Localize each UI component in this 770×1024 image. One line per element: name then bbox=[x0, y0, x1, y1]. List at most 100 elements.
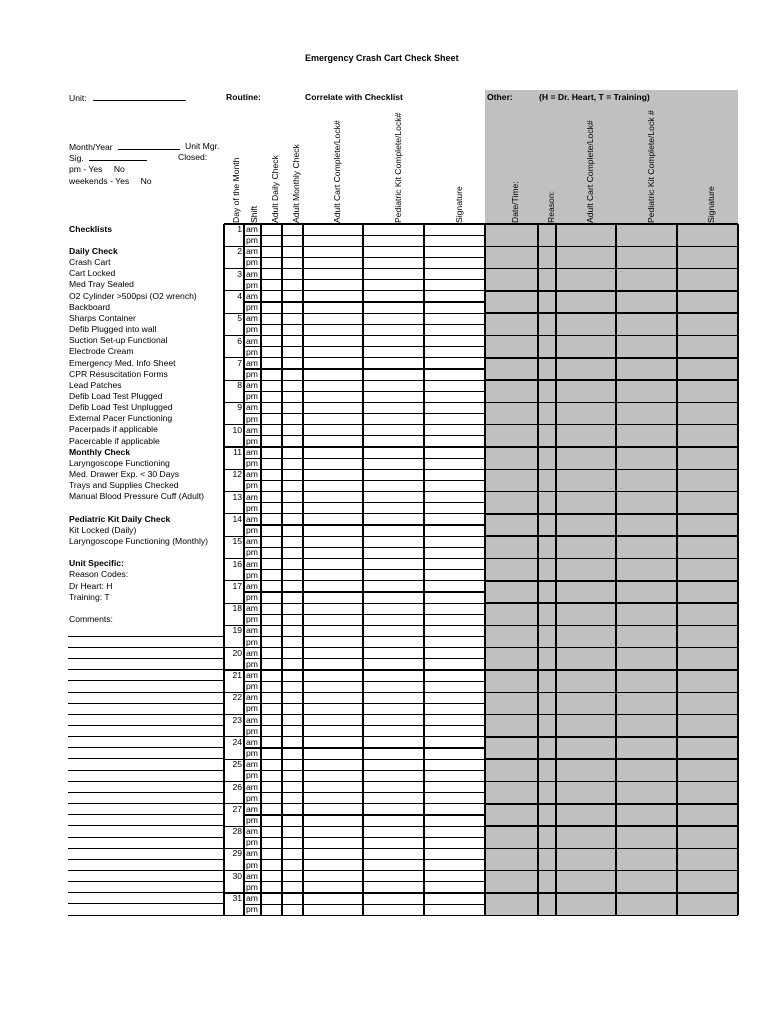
other-pediatric-kit-lock-cell[interactable] bbox=[616, 603, 677, 625]
signature-cell[interactable] bbox=[424, 659, 485, 670]
signature-cell[interactable] bbox=[424, 313, 485, 324]
pediatric-kit-lock-cell[interactable] bbox=[363, 336, 424, 347]
adult-daily-check-cell[interactable] bbox=[261, 703, 282, 714]
signature-cell[interactable] bbox=[424, 347, 485, 358]
other-signature-cell[interactable] bbox=[677, 559, 738, 581]
pediatric-kit-lock-cell[interactable] bbox=[363, 447, 424, 458]
comment-line[interactable] bbox=[68, 769, 224, 771]
adult-daily-check-cell[interactable] bbox=[261, 425, 282, 436]
adult-cart-lock-cell[interactable] bbox=[303, 904, 363, 915]
adult-daily-check-cell[interactable] bbox=[261, 893, 282, 904]
other-signature-cell[interactable] bbox=[677, 648, 738, 670]
signature-cell[interactable] bbox=[424, 570, 485, 581]
adult-daily-check-cell[interactable] bbox=[261, 336, 282, 347]
pediatric-kit-lock-cell[interactable] bbox=[363, 570, 424, 581]
pediatric-kit-lock-cell[interactable] bbox=[363, 893, 424, 904]
pediatric-kit-lock-cell[interactable] bbox=[363, 324, 424, 335]
comment-line[interactable] bbox=[68, 803, 224, 805]
other-signature-cell[interactable] bbox=[677, 782, 738, 804]
adult-daily-check-cell[interactable] bbox=[261, 860, 282, 871]
signature-cell[interactable] bbox=[424, 648, 485, 659]
adult-daily-check-cell[interactable] bbox=[261, 235, 282, 246]
adult-monthly-check-cell[interactable] bbox=[282, 815, 303, 826]
other-date-time-cell[interactable] bbox=[485, 291, 538, 313]
other-signature-cell[interactable] bbox=[677, 715, 738, 737]
pediatric-kit-lock-cell[interactable] bbox=[363, 402, 424, 413]
other-signature-cell[interactable] bbox=[677, 848, 738, 870]
adult-cart-lock-cell[interactable] bbox=[303, 804, 363, 815]
pediatric-kit-lock-cell[interactable] bbox=[363, 904, 424, 915]
other-pediatric-kit-lock-cell[interactable] bbox=[616, 336, 677, 358]
signature-cell[interactable] bbox=[424, 447, 485, 458]
pediatric-kit-lock-cell[interactable] bbox=[363, 525, 424, 536]
adult-monthly-check-cell[interactable] bbox=[282, 882, 303, 893]
adult-monthly-check-cell[interactable] bbox=[282, 447, 303, 458]
other-signature-cell[interactable] bbox=[677, 670, 738, 692]
signature-cell[interactable] bbox=[424, 782, 485, 793]
other-adult-cart-lock-cell[interactable] bbox=[556, 246, 616, 268]
adult-daily-check-cell[interactable] bbox=[261, 793, 282, 804]
other-signature-cell[interactable] bbox=[677, 469, 738, 491]
signature-cell[interactable] bbox=[424, 224, 485, 235]
adult-daily-check-cell[interactable] bbox=[261, 737, 282, 748]
pediatric-kit-lock-cell[interactable] bbox=[363, 737, 424, 748]
adult-cart-lock-cell[interactable] bbox=[303, 659, 363, 670]
signature-cell[interactable] bbox=[424, 391, 485, 402]
adult-monthly-check-cell[interactable] bbox=[282, 246, 303, 257]
other-signature-cell[interactable] bbox=[677, 581, 738, 603]
pediatric-kit-lock-cell[interactable] bbox=[363, 313, 424, 324]
adult-monthly-check-cell[interactable] bbox=[282, 302, 303, 313]
pediatric-kit-lock-cell[interactable] bbox=[363, 715, 424, 726]
other-reason-cell[interactable] bbox=[538, 625, 556, 647]
other-signature-cell[interactable] bbox=[677, 536, 738, 558]
other-adult-cart-lock-cell[interactable] bbox=[556, 402, 616, 424]
adult-monthly-check-cell[interactable] bbox=[282, 782, 303, 793]
adult-daily-check-cell[interactable] bbox=[261, 246, 282, 257]
adult-daily-check-cell[interactable] bbox=[261, 269, 282, 280]
adult-cart-lock-cell[interactable] bbox=[303, 246, 363, 257]
adult-monthly-check-cell[interactable] bbox=[282, 291, 303, 302]
comment-line[interactable] bbox=[68, 747, 224, 749]
other-pediatric-kit-lock-cell[interactable] bbox=[616, 737, 677, 759]
other-reason-cell[interactable] bbox=[538, 313, 556, 335]
other-date-time-cell[interactable] bbox=[485, 848, 538, 870]
adult-daily-check-cell[interactable] bbox=[261, 592, 282, 603]
adult-monthly-check-cell[interactable] bbox=[282, 436, 303, 447]
adult-daily-check-cell[interactable] bbox=[261, 904, 282, 915]
pediatric-kit-lock-cell[interactable] bbox=[363, 492, 424, 503]
adult-monthly-check-cell[interactable] bbox=[282, 692, 303, 703]
other-reason-cell[interactable] bbox=[538, 492, 556, 514]
adult-monthly-check-cell[interactable] bbox=[282, 570, 303, 581]
adult-daily-check-cell[interactable] bbox=[261, 581, 282, 592]
other-pediatric-kit-lock-cell[interactable] bbox=[616, 269, 677, 291]
pediatric-kit-lock-cell[interactable] bbox=[363, 414, 424, 425]
adult-monthly-check-cell[interactable] bbox=[282, 603, 303, 614]
signature-cell[interactable] bbox=[424, 759, 485, 770]
adult-monthly-check-cell[interactable] bbox=[282, 715, 303, 726]
other-date-time-cell[interactable] bbox=[485, 514, 538, 536]
other-date-time-cell[interactable] bbox=[485, 246, 538, 268]
other-pediatric-kit-lock-cell[interactable] bbox=[616, 559, 677, 581]
signature-cell[interactable] bbox=[424, 603, 485, 614]
adult-cart-lock-cell[interactable] bbox=[303, 436, 363, 447]
other-pediatric-kit-lock-cell[interactable] bbox=[616, 291, 677, 313]
adult-monthly-check-cell[interactable] bbox=[282, 503, 303, 514]
comment-line[interactable] bbox=[68, 881, 224, 883]
pediatric-kit-lock-cell[interactable] bbox=[363, 703, 424, 714]
adult-cart-lock-cell[interactable] bbox=[303, 391, 363, 402]
adult-daily-check-cell[interactable] bbox=[261, 224, 282, 235]
other-reason-cell[interactable] bbox=[538, 246, 556, 268]
pediatric-kit-lock-cell[interactable] bbox=[363, 882, 424, 893]
adult-cart-lock-cell[interactable] bbox=[303, 692, 363, 703]
pediatric-kit-lock-cell[interactable] bbox=[363, 826, 424, 837]
other-reason-cell[interactable] bbox=[538, 224, 556, 246]
adult-cart-lock-cell[interactable] bbox=[303, 670, 363, 681]
other-pediatric-kit-lock-cell[interactable] bbox=[616, 648, 677, 670]
comment-line[interactable] bbox=[68, 791, 224, 793]
signature-cell[interactable] bbox=[424, 291, 485, 302]
adult-cart-lock-cell[interactable] bbox=[303, 648, 363, 659]
other-adult-cart-lock-cell[interactable] bbox=[556, 871, 616, 893]
other-adult-cart-lock-cell[interactable] bbox=[556, 804, 616, 826]
comment-line[interactable] bbox=[68, 780, 224, 782]
other-pediatric-kit-lock-cell[interactable] bbox=[616, 447, 677, 469]
